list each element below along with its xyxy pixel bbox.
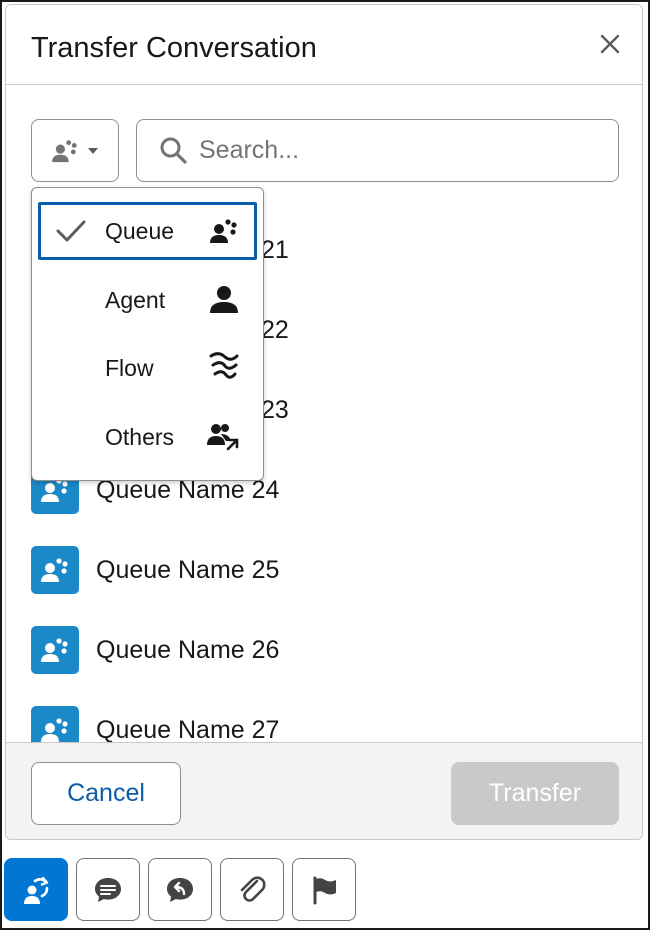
transfer-modal: Transfer Conversation 21 22 23 Queue Nam…	[5, 4, 643, 840]
queue-icon	[52, 139, 77, 162]
transfer-tool-button[interactable]	[4, 858, 68, 921]
dropdown-item-flow[interactable]: Flow	[38, 339, 257, 397]
queue-avatar-icon	[31, 546, 79, 594]
list-item[interactable]: Queue Name 26	[31, 626, 279, 674]
close-button[interactable]	[596, 30, 624, 58]
chat-icon	[95, 877, 121, 902]
chat-tool-button[interactable]	[76, 858, 140, 921]
flag-icon	[313, 876, 336, 904]
dropdown-item-label: Flow	[105, 354, 154, 381]
recipient-type-button[interactable]	[31, 119, 119, 182]
dropdown-item-label: Queue	[105, 217, 175, 244]
search-input[interactable]	[199, 128, 599, 173]
list-item-label: Queue Name 27	[96, 715, 280, 744]
list-item[interactable]: Queue Name 25	[31, 546, 279, 594]
search-icon	[160, 137, 187, 164]
transfer-button[interactable]: Transfer	[451, 762, 619, 825]
dropdown-item-label: Agent	[105, 286, 166, 313]
quick-reply-icon	[167, 877, 193, 902]
queue-avatar-icon	[31, 626, 79, 674]
attachment-tool-button[interactable]	[220, 858, 284, 921]
dropdown-item-label: Others	[105, 423, 175, 450]
search-box	[136, 119, 619, 182]
queue-icon	[210, 219, 237, 243]
dropdown-item-others[interactable]: Others	[38, 408, 257, 466]
list-item-label: Queue Name 26	[96, 635, 280, 664]
flow-icon	[209, 352, 239, 379]
modal-title: Transfer Conversation	[31, 32, 317, 64]
recipient-type-dropdown: Queue Agent Flow Others	[31, 187, 264, 481]
flag-tool-button[interactable]	[292, 858, 356, 921]
attachment-icon	[240, 875, 266, 902]
list-item[interactable]: Queue Name 27	[31, 706, 279, 745]
dropdown-item-agent[interactable]: Agent	[38, 271, 257, 329]
list-item-label: 21	[261, 236, 289, 264]
modal-footer: Cancel Transfer	[6, 742, 642, 839]
list-item-label: Queue Name 25	[96, 555, 280, 584]
quick-reply-tool-button[interactable]	[148, 858, 212, 921]
cancel-button[interactable]: Cancel	[31, 762, 181, 825]
modal-header: Transfer Conversation	[6, 5, 642, 85]
queue-avatar-icon	[31, 706, 79, 745]
close-icon	[600, 34, 620, 54]
list-item-label: 23	[261, 396, 289, 424]
transfer-icon	[24, 876, 49, 904]
check-icon	[56, 220, 86, 242]
caret-down-icon	[88, 147, 98, 154]
dropdown-item-queue[interactable]: Queue	[38, 202, 257, 260]
agent-icon	[210, 286, 238, 313]
list-item-label: 22	[261, 316, 289, 344]
others-icon	[207, 424, 239, 451]
